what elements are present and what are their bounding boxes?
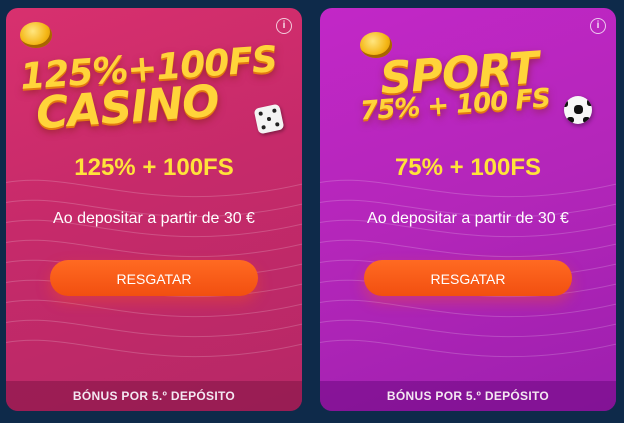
sport-hero-graphic: SPORT 75% + 100 FS	[320, 8, 616, 138]
card-footer-label: BÓNUS POR 5.º DEPÓSITO	[320, 381, 616, 411]
soccer-ball-icon	[564, 96, 592, 124]
claim-button[interactable]: RESGATAR	[364, 260, 572, 296]
bonus-description: Ao depositar a partir de 30 €	[367, 210, 569, 227]
bonus-amount: 125% + 100FS	[74, 154, 234, 181]
casino-hero-graphic: 125%+100FS CASINO	[6, 8, 302, 139]
card-footer-label: BÓNUS POR 5.º DEPÓSITO	[6, 381, 302, 411]
bonus-description: Ao depositar a partir de 30 €	[53, 210, 255, 227]
sport-bonus-card: i SPORT 75% + 100 FS 75% + 100FS Ao depo…	[320, 8, 616, 411]
coin-icon	[20, 22, 52, 48]
bonus-amount: 75% + 100FS	[394, 154, 542, 181]
bonus-offers-panel: i 125%+100FS CASINO 125% + 100FS Ao depo…	[0, 0, 624, 423]
casino-bonus-card: i 125%+100FS CASINO 125% + 100FS Ao depo…	[6, 8, 302, 411]
dice-icon	[253, 103, 285, 135]
claim-button[interactable]: RESGATAR	[50, 260, 258, 296]
